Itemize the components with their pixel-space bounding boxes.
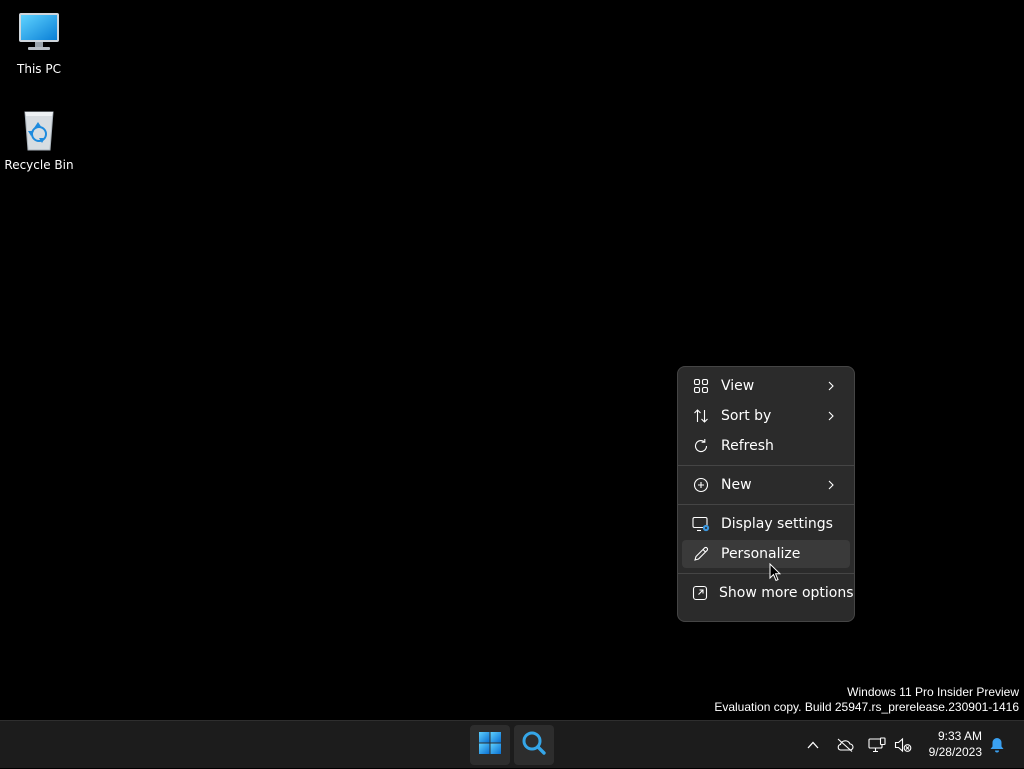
clock-time: 9:33 AM [937,729,982,743]
menu-separator [678,465,854,466]
chevron-up-icon[interactable] [800,732,826,758]
menu-item-refresh[interactable]: Refresh [682,432,850,460]
grid-view-icon [692,377,710,395]
menu-item-display-settings[interactable]: Display settings [682,510,850,538]
desktop-icon-label: This PC [17,62,61,76]
pen-icon [692,545,710,563]
bell-icon[interactable] [988,736,1006,754]
start-button[interactable] [470,725,510,765]
desktop-icon-this-pc[interactable]: This PC [1,10,77,76]
network-icon[interactable] [864,732,890,758]
menu-item-label: Show more options [719,585,854,601]
desktop-icon-label: Recycle Bin [4,158,74,172]
volume-muted-icon[interactable] [890,732,916,758]
taskbar-clock[interactable]: 9:33 AM 9/28/2023 [929,728,982,760]
menu-item-label: View [721,378,755,394]
search-button[interactable] [514,725,554,765]
menu-item-label: New [721,477,752,493]
recycle-bin-icon [15,106,63,154]
refresh-icon [692,437,710,455]
menu-separator [678,504,854,505]
cloud-offline-icon[interactable] [832,732,858,758]
display-settings-icon [692,515,710,533]
watermark-line-build: Evaluation copy. Build 25947.rs_prerelea… [714,700,1019,714]
desktop-icon-recycle-bin[interactable]: Recycle Bin [1,106,77,172]
menu-item-label: Refresh [721,438,774,454]
expand-icon [692,584,708,602]
menu-item-view[interactable]: View [682,372,850,400]
menu-item-sort-by[interactable]: Sort by [682,402,850,430]
menu-item-personalize[interactable]: Personalize [682,540,850,568]
desktop-context-menu: View Sort by Refresh New Display setting… [677,366,855,622]
menu-separator [678,573,854,574]
menu-item-label: Personalize [721,546,801,562]
plus-circle-icon [692,476,710,494]
menu-item-label: Display settings [721,516,833,532]
system-tray [800,721,916,769]
sort-arrows-icon [692,407,710,425]
mouse-cursor-icon [769,563,781,582]
clock-date: 9/28/2023 [928,745,982,759]
menu-item-new[interactable]: New [682,471,850,499]
chevron-right-icon [826,411,836,421]
search-icon [521,730,547,760]
desktop[interactable]: This PC Recycle Bin View Sort by Refresh… [0,0,1024,720]
windows-logo-icon [478,731,502,759]
taskbar: 9:33 AM 9/28/2023 [0,720,1024,768]
chevron-right-icon [826,381,836,391]
monitor-icon [15,10,63,58]
menu-item-show-more-options[interactable]: Show more options [682,579,854,607]
evaluation-watermark: Windows 11 Pro Insider Preview Evaluatio… [714,685,1019,715]
watermark-line-edition: Windows 11 Pro Insider Preview [847,685,1019,699]
menu-item-label: Sort by [721,408,772,424]
chevron-right-icon [826,480,836,490]
